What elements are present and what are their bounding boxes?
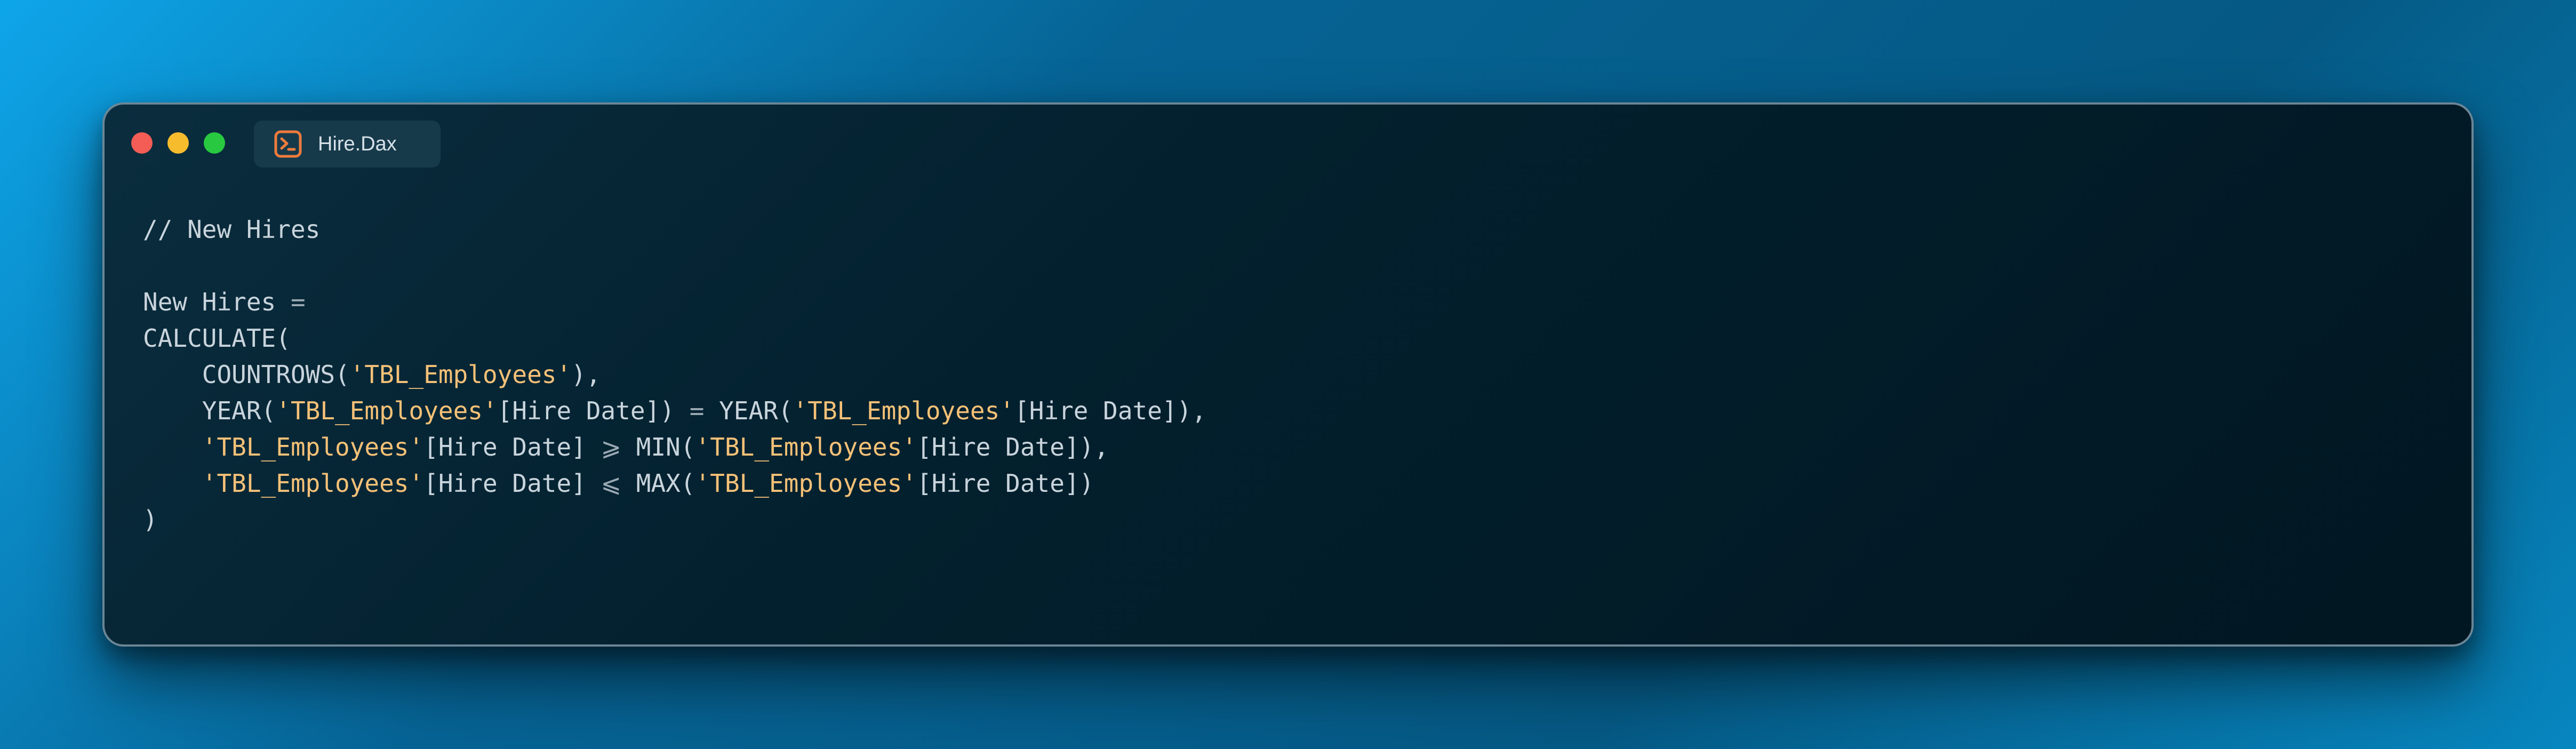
code-line-7: 'TBL_Employees'[Hire Date] ⩾ MIN('TBL_Em… <box>143 429 1206 465</box>
terminal-icon <box>274 130 302 158</box>
measure-name: New Hires <box>143 288 291 316</box>
code-text: COUNTROWS( <box>143 360 350 389</box>
operator: = <box>689 396 705 425</box>
table-name: 'TBL_Employees' <box>695 469 917 498</box>
code-window: Hire.Dax // New Hires New Hires = CALCULAT… <box>102 102 2474 647</box>
code-text: [Hire Date]) <box>917 469 1094 498</box>
operator: ⩽ <box>601 469 622 498</box>
table-name: 'TBL_Employees' <box>793 396 1014 425</box>
code-text: YEAR( <box>704 396 793 425</box>
table-name: 'TBL_Employees' <box>276 396 498 425</box>
close-button[interactable] <box>131 132 153 154</box>
code-line-5: COUNTROWS('TBL_Employees'), <box>143 356 1206 393</box>
tab-label: Hire.Dax <box>318 132 397 155</box>
code-text: [Hire Date] <box>423 433 601 461</box>
code-text: [Hire Date]) <box>497 396 690 425</box>
code-line-6: YEAR('TBL_Employees'[Hire Date]) = YEAR(… <box>143 393 1206 429</box>
operator: ⩾ <box>601 433 622 461</box>
code-text: [Hire Date]), <box>1014 396 1207 425</box>
code-line-4: CALCULATE( <box>143 320 1206 356</box>
code-line-8: 'TBL_Employees'[Hire Date] ⩽ MAX('TBL_Em… <box>143 465 1206 501</box>
table-name: 'TBL_Employees' <box>202 433 424 461</box>
table-name: 'TBL_Employees' <box>695 433 917 461</box>
comment: // New Hires <box>143 215 321 244</box>
code-text: CALCULATE( <box>143 324 291 353</box>
code-text: MAX( <box>621 469 695 498</box>
table-name: 'TBL_Employees' <box>349 360 572 389</box>
title-bar: Hire.Dax <box>105 105 2471 179</box>
operator: = <box>290 288 306 316</box>
minimize-button[interactable] <box>167 132 189 154</box>
code-text: [Hire Date]), <box>917 433 1109 461</box>
code-line-1: // New Hires <box>143 211 1206 248</box>
code-text: [Hire Date] <box>423 469 601 498</box>
code-text: YEAR( <box>143 396 276 425</box>
code-line-9: ) <box>143 501 1206 538</box>
code-text: ) <box>143 505 158 534</box>
code-block[interactable]: // New Hires New Hires = CALCULATE( COUNTR… <box>143 211 1206 538</box>
code-text: ), <box>571 360 601 389</box>
code-text: MIN( <box>621 433 695 461</box>
code-line-3: New Hires = <box>143 284 1206 320</box>
maximize-button[interactable] <box>204 132 225 154</box>
file-tab[interactable]: Hire.Dax <box>254 121 441 168</box>
table-name: 'TBL_Employees' <box>202 469 424 498</box>
